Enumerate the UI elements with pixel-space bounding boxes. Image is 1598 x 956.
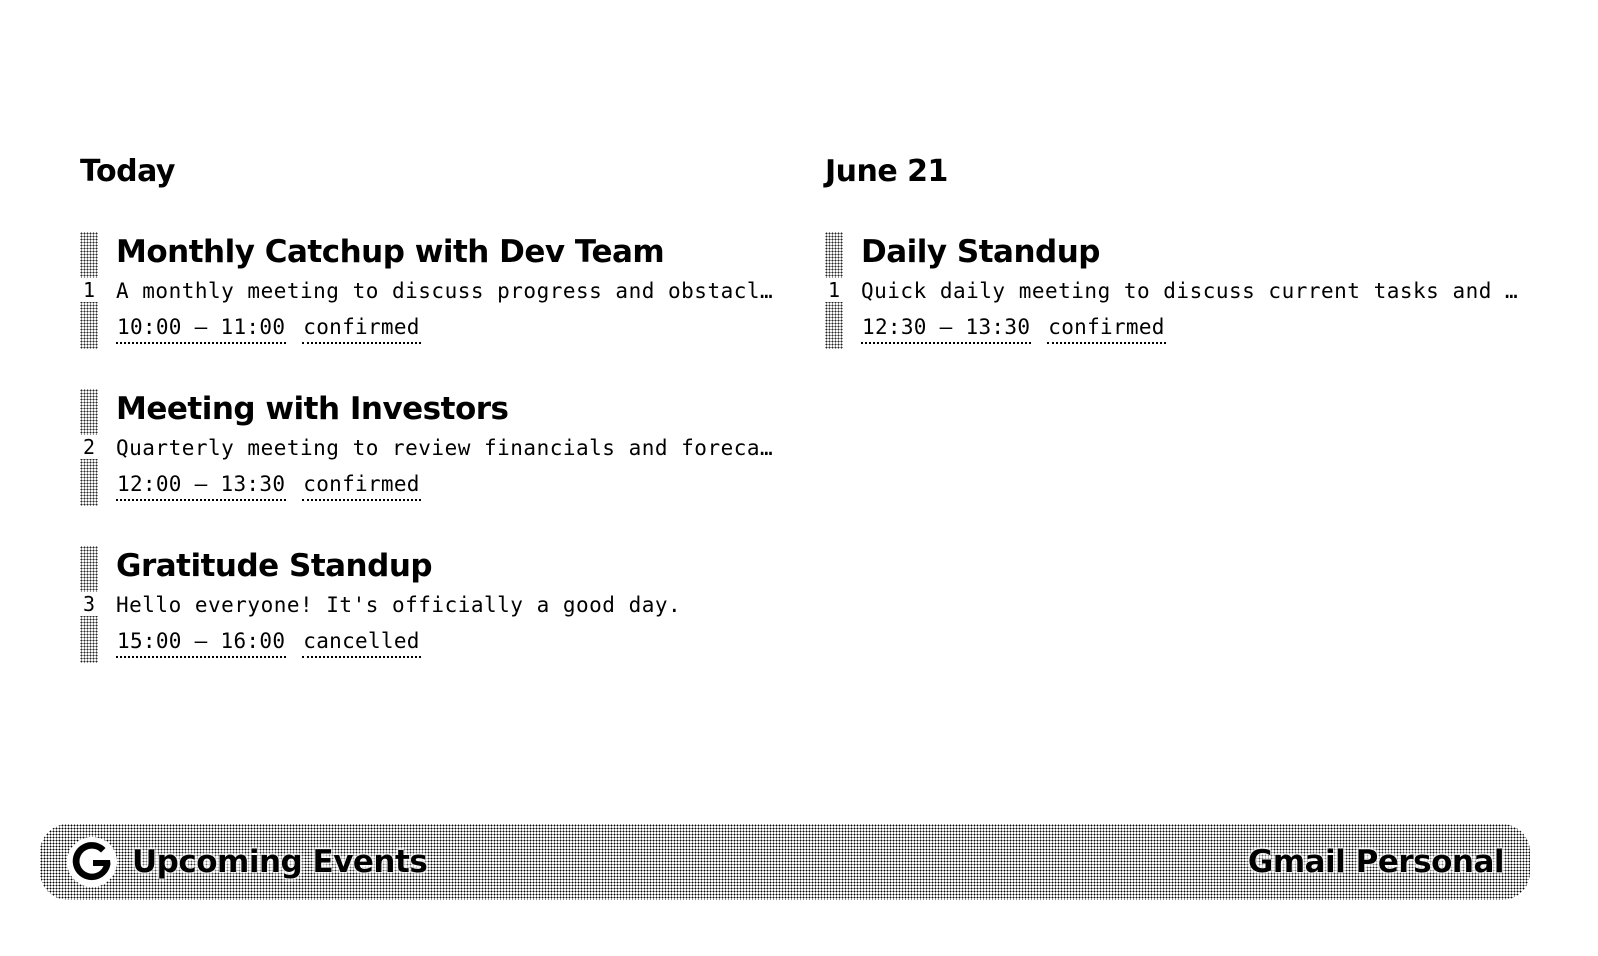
footer-title: Upcoming Events xyxy=(132,844,428,880)
event-index: 2 xyxy=(80,435,98,459)
day-column-today: Today 1 Monthly Catchup with Dev Team A … xyxy=(80,152,780,663)
event-meta: 12:00 – 13:30 confirmed xyxy=(116,469,780,503)
event-title: Gratitude Standup xyxy=(116,548,433,584)
event-status: confirmed xyxy=(302,312,421,344)
event-item[interactable]: 3 Gratitude Standup Hello everyone! It's… xyxy=(80,546,780,663)
event-time: 12:30 – 13:30 xyxy=(861,312,1032,344)
event-index: 1 xyxy=(825,278,843,302)
event-title: Meeting with Investors xyxy=(116,391,509,427)
events-columns: Today 1 Monthly Catchup with Dev Team A … xyxy=(80,152,1550,692)
event-index: 1 xyxy=(80,278,98,302)
event-item[interactable]: 1 Daily Standup Quick daily meeting to d… xyxy=(825,232,1525,349)
event-status: confirmed xyxy=(1047,312,1166,344)
event-description: Hello everyone! It's officially a good d… xyxy=(116,593,682,617)
event-description: A monthly meeting to discuss progress an… xyxy=(116,279,776,303)
event-time: 12:00 – 13:30 xyxy=(116,469,287,501)
account-name: Gmail Personal xyxy=(1247,844,1505,880)
event-title: Monthly Catchup with Dev Team xyxy=(116,234,665,270)
event-description: Quick daily meeting to discuss current t… xyxy=(861,279,1521,303)
event-title: Daily Standup xyxy=(861,234,1101,270)
event-status: confirmed xyxy=(302,469,421,501)
day-column-june-21: June 21 1 Daily Standup Quick daily meet… xyxy=(825,152,1525,349)
event-time: 15:00 – 16:00 xyxy=(116,626,287,658)
event-meta: 15:00 – 16:00 cancelled xyxy=(116,626,780,660)
day-heading: June 21 xyxy=(825,154,948,189)
google-g-icon xyxy=(67,837,117,887)
event-item[interactable]: 1 Monthly Catchup with Dev Team A monthl… xyxy=(80,232,780,349)
event-meta: 10:00 – 11:00 confirmed xyxy=(116,312,780,346)
event-index: 3 xyxy=(80,592,98,616)
event-description: Quarterly meeting to review financials a… xyxy=(116,436,776,460)
event-time: 10:00 – 11:00 xyxy=(116,312,287,344)
footer-content: Upcoming Events Gmail Personal xyxy=(40,824,1530,900)
footer-bar: Upcoming Events Gmail Personal xyxy=(40,824,1530,900)
event-status: cancelled xyxy=(302,626,421,658)
event-meta: 12:30 – 13:30 confirmed xyxy=(861,312,1525,346)
day-heading: Today xyxy=(80,154,175,189)
event-item[interactable]: 2 Meeting with Investors Quarterly meeti… xyxy=(80,389,780,506)
